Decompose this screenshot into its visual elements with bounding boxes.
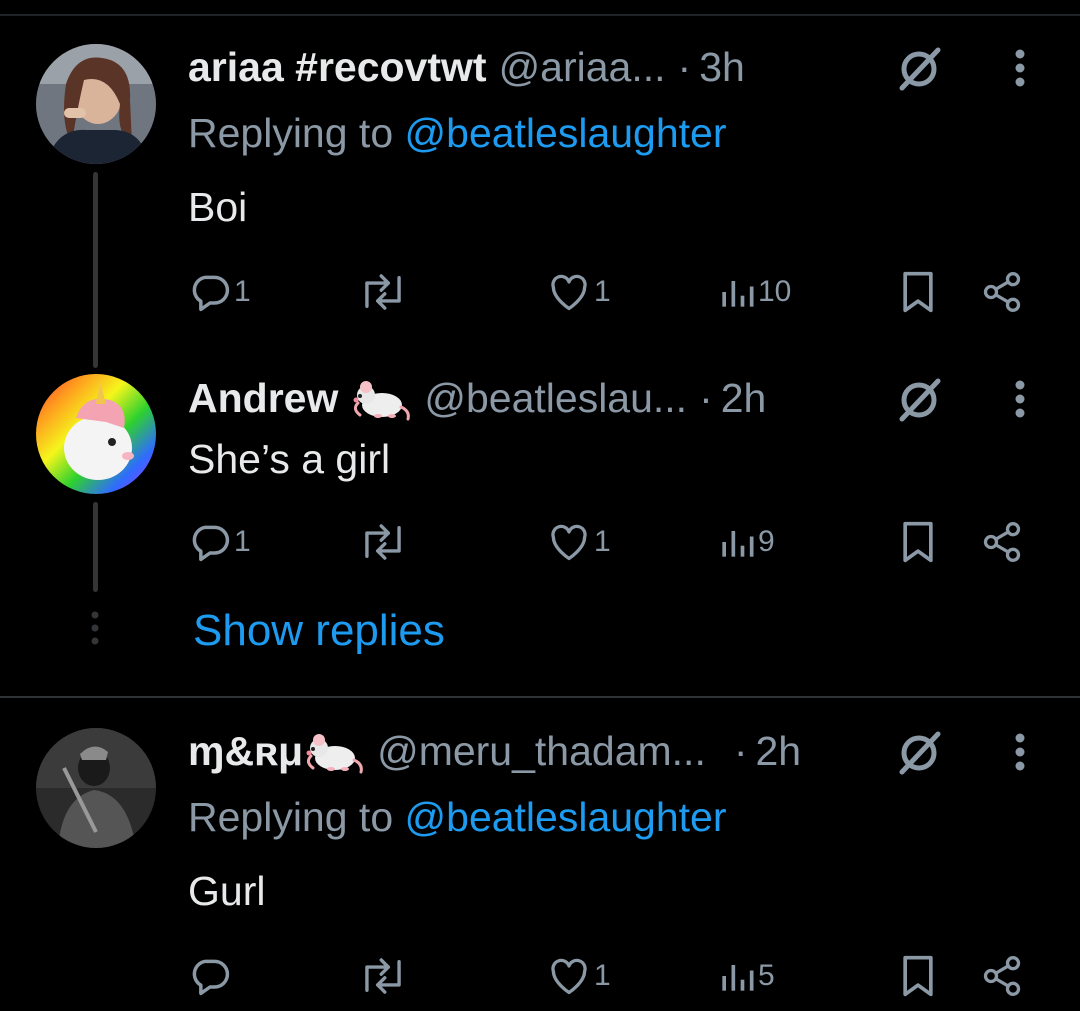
grok-icon[interactable] [894,726,946,778]
mention-link[interactable]: @beatleslaughter [405,794,727,840]
views-count: 10 [758,275,792,308]
reply-button[interactable]: 1 [188,516,251,568]
tweet-header: ɱ&ʀμ @meru_thadam... · 2h [188,726,801,776]
bookmark-button[interactable] [898,516,938,568]
bookmark-button[interactable] [898,950,938,1002]
retweet-button[interactable] [358,950,410,1002]
rat-icon [353,381,411,421]
user-handle[interactable]: @meru_thadam... [377,728,706,775]
action-bar: 1 5 [188,950,1038,1002]
grok-icon[interactable] [894,373,946,425]
avatar[interactable] [36,728,156,848]
like-button[interactable]: 1 [546,950,611,1002]
more-options-icon[interactable] [1008,373,1032,425]
grok-icon[interactable] [894,42,946,94]
display-name[interactable]: ɱ&ʀμ [188,728,303,775]
retweet-button[interactable] [358,516,410,568]
bookmark-button[interactable] [898,266,938,318]
timestamp[interactable]: 3h [699,44,745,91]
more-options-icon[interactable] [1008,726,1032,778]
like-count: 1 [594,275,611,308]
display-name[interactable]: Andrew [188,375,338,422]
reply-button[interactable] [188,950,234,1002]
bookmark-icon [903,521,933,563]
views-chart-icon [722,531,754,557]
display-name[interactable]: ariaa #recovtwt [188,44,487,91]
views-chart-icon [722,281,754,307]
views-button[interactable]: 5 [718,950,775,1002]
thread-line [93,502,98,592]
action-bar: 1 1 9 [188,516,1038,568]
mention-link[interactable]: @beatleslaughter [405,110,727,156]
tweet-text: She’s a girl [188,436,391,482]
heart-icon [551,958,587,995]
avatar[interactable] [36,44,156,164]
tweet-divider [0,696,1080,698]
tweet-header: ariaa #recovtwt @ariaa... · 3h [188,42,745,92]
user-handle[interactable]: @ariaa... [499,44,666,91]
share-icon [983,956,1021,996]
timestamp[interactable]: 2h [756,728,802,775]
reply-icon [192,525,230,562]
reply-button[interactable]: 1 [188,266,251,318]
more-options-icon[interactable] [1008,42,1032,94]
rat-icon [306,734,363,774]
like-count: 1 [594,525,611,558]
views-button[interactable]: 10 [718,266,791,318]
views-button[interactable]: 9 [718,516,775,568]
like-button[interactable]: 1 [546,516,611,568]
share-button[interactable] [980,266,1024,318]
separator-dot: · [677,43,692,90]
tweet-text: Gurl [188,868,266,914]
replying-prefix: Replying to [188,794,405,840]
tweet-text: Boi [188,184,248,230]
retweet-icon [365,524,401,560]
retweet-icon [365,274,401,310]
show-replies-link[interactable]: Show replies [193,606,445,656]
top-divider [0,14,1080,16]
thread-gap-dots-icon [91,611,99,645]
avatar[interactable] [36,374,156,494]
user-handle[interactable]: @beatleslau... [424,375,687,422]
bookmark-icon [903,955,933,997]
timestamp[interactable]: 2h [721,375,767,422]
share-button[interactable] [980,516,1024,568]
retweet-icon [365,958,401,994]
reply-icon [192,275,230,312]
like-count: 1 [594,959,611,992]
replying-to: Replying to @beatleslaughter [188,794,727,841]
reply-count: 1 [234,525,251,558]
separator-dot: · [733,727,748,774]
share-icon [983,272,1021,312]
thread-line [93,172,98,368]
views-count: 9 [758,525,775,558]
retweet-button[interactable] [358,266,410,318]
like-button[interactable]: 1 [546,266,611,318]
replying-prefix: Replying to [188,110,405,156]
share-icon [983,522,1021,562]
reply-count: 1 [234,275,251,308]
views-count: 5 [758,959,775,992]
tweet-header: Andrew @beatleslau... · 2h [188,373,766,423]
action-bar: 1 1 10 [188,266,1038,318]
heart-icon [551,524,587,561]
reply-icon [192,959,230,996]
bookmark-icon [903,271,933,313]
views-chart-icon [722,965,754,991]
share-button[interactable] [980,950,1024,1002]
separator-dot: · [699,374,713,421]
replying-to: Replying to @beatleslaughter [188,110,727,157]
heart-icon [551,274,587,311]
